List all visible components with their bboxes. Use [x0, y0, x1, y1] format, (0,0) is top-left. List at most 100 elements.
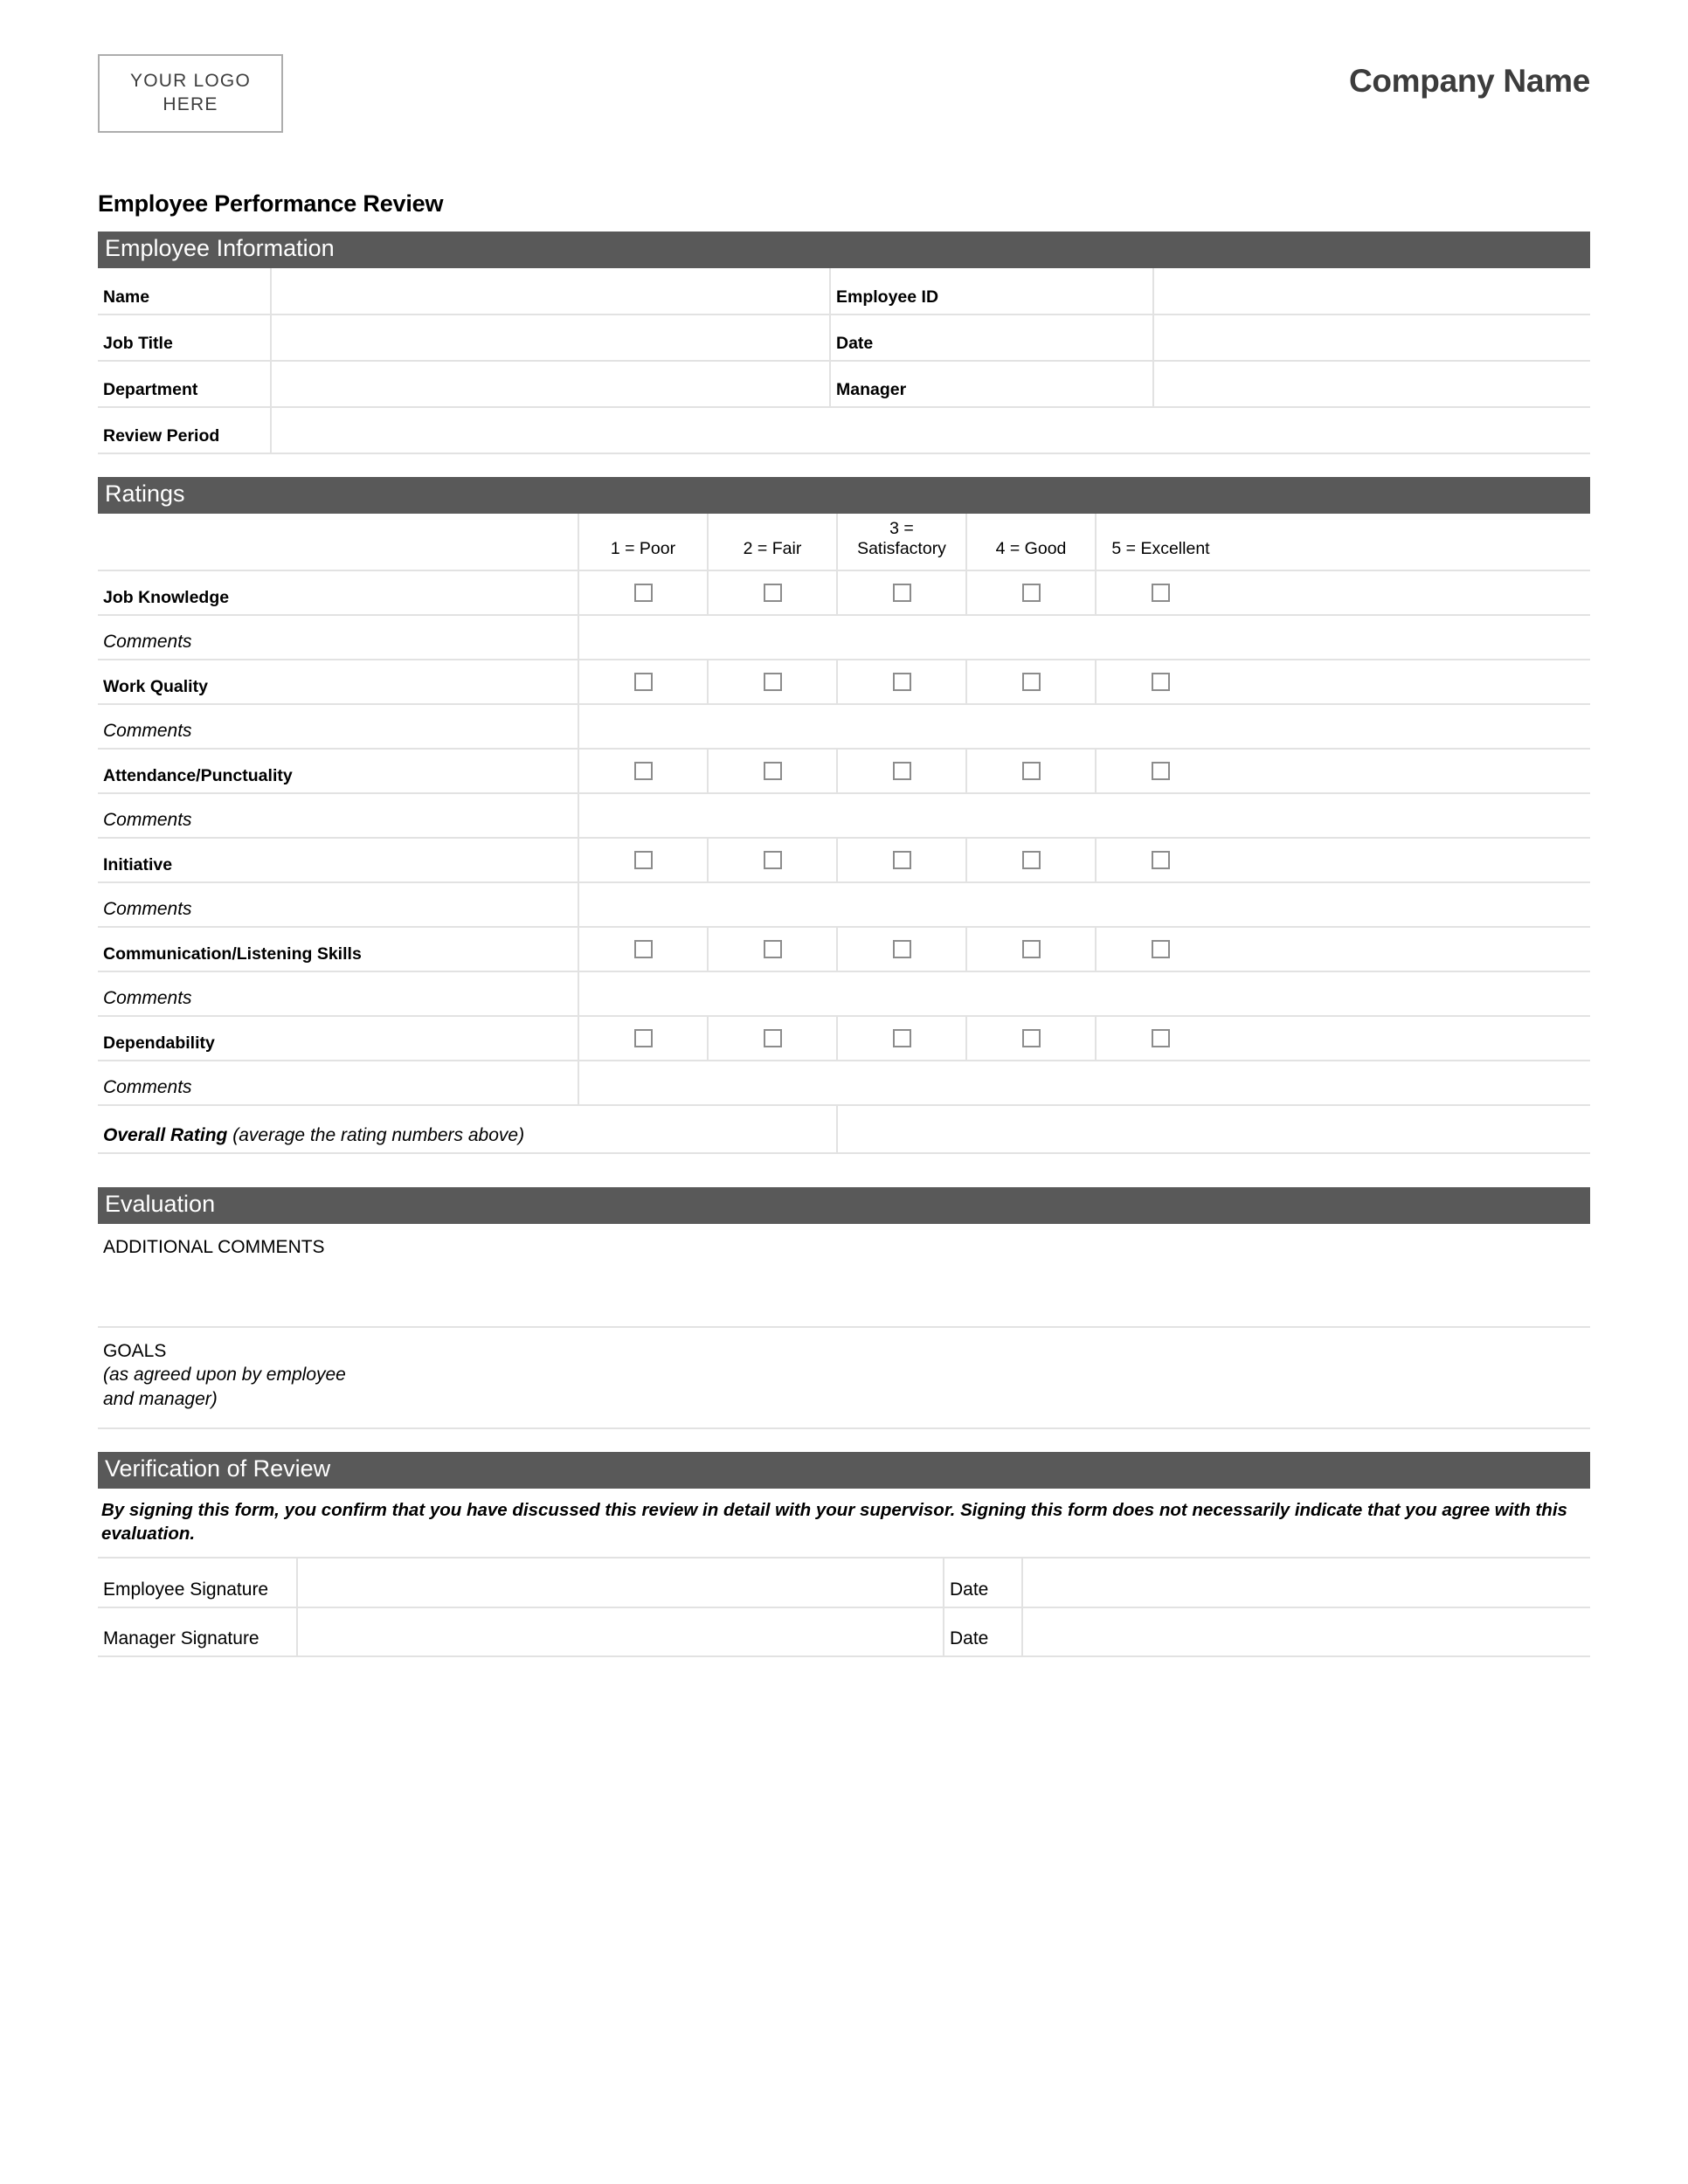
rating-checkbox-communication-4[interactable]	[966, 927, 1097, 972]
field-manager[interactable]	[1153, 361, 1590, 408]
checkbox-icon	[763, 1029, 782, 1048]
overall-rating-row: Overall Rating (average the rating numbe…	[98, 1105, 1590, 1154]
checkbox-icon	[633, 584, 653, 603]
checkbox-icon	[763, 851, 782, 870]
rating-checkbox-attendance-2[interactable]	[708, 749, 838, 794]
label-name: Name	[98, 268, 272, 315]
comments-row: Comments	[98, 1061, 1590, 1106]
comments-label: Comments	[98, 615, 579, 660]
section-header-evaluation: Evaluation	[98, 1187, 1590, 1224]
overall-rating-field[interactable]	[837, 1105, 1590, 1154]
field-date[interactable]	[1153, 314, 1590, 362]
rating-checkbox-work-quality-4[interactable]	[966, 660, 1097, 705]
table-row: Review Period	[98, 407, 1590, 454]
ratings-table: 1 = Poor 2 = Fair 3 = Satisfactory 4 = G…	[98, 514, 1590, 1154]
table-row: Name Employee ID	[98, 268, 1590, 315]
label-review-period: Review Period	[98, 407, 272, 454]
criterion-row: Dependability	[98, 1016, 1590, 1061]
rating-checkbox-communication-5[interactable]	[1096, 927, 1225, 972]
criterion-label-attendance-punctuality: Attendance/Punctuality	[98, 749, 579, 794]
checkbox-icon	[892, 584, 911, 603]
checkbox-icon	[633, 940, 653, 959]
comments-field-initiative[interactable]	[578, 882, 1590, 928]
logo-placeholder: YOUR LOGO HERE	[98, 54, 283, 133]
rating-checkbox-dependability-1[interactable]	[578, 1016, 709, 1061]
rating-checkbox-communication-2[interactable]	[708, 927, 838, 972]
table-row: Department Manager	[98, 361, 1590, 408]
logo-line-1: YOUR LOGO	[130, 71, 251, 92]
scale-label-5: 5 = Excellent	[1096, 514, 1225, 571]
checkbox-icon	[763, 940, 782, 959]
field-job-title[interactable]	[271, 314, 830, 362]
rating-checkbox-work-quality-1[interactable]	[578, 660, 709, 705]
rating-checkbox-dependability-4[interactable]	[966, 1016, 1097, 1061]
rating-checkbox-attendance-1[interactable]	[578, 749, 709, 794]
comments-row: Comments	[98, 971, 1590, 1017]
rating-checkbox-initiative-3[interactable]	[837, 838, 967, 883]
employee-information-table: Name Employee ID Job Title Date Departme…	[98, 268, 1590, 454]
rating-checkbox-initiative-4[interactable]	[966, 838, 1097, 883]
rating-checkbox-job-knowledge-5[interactable]	[1096, 570, 1225, 616]
label-job-title: Job Title	[98, 314, 272, 362]
comments-field-job-knowledge[interactable]	[578, 615, 1590, 660]
field-employee-id[interactable]	[1153, 268, 1590, 315]
comments-field-communication[interactable]	[578, 971, 1590, 1017]
field-manager-signature[interactable]	[297, 1607, 944, 1658]
rating-checkbox-attendance-4[interactable]	[966, 749, 1097, 794]
rating-checkbox-job-knowledge-3[interactable]	[837, 570, 967, 616]
field-name[interactable]	[271, 268, 830, 315]
rating-checkbox-work-quality-3[interactable]	[837, 660, 967, 705]
section-header-verification-of-review: Verification of Review	[98, 1452, 1590, 1489]
rating-checkbox-job-knowledge-4[interactable]	[966, 570, 1097, 616]
additional-comments-cell[interactable]: ADDITIONAL COMMENTS	[98, 1224, 1590, 1328]
rating-checkbox-job-knowledge-2[interactable]	[708, 570, 838, 616]
criterion-label-communication-listening-skills: Communication/Listening Skills	[98, 927, 579, 972]
overall-rating-label-note: (average the rating numbers above)	[227, 1125, 525, 1145]
rating-checkbox-initiative-2[interactable]	[708, 838, 838, 883]
table-row: Manager Signature Date	[98, 1607, 1590, 1658]
rating-checkbox-attendance-3[interactable]	[837, 749, 967, 794]
label-employee-id: Employee ID	[829, 268, 1033, 315]
page-header: YOUR LOGO HERE Company Name	[98, 0, 1590, 140]
rating-checkbox-attendance-5[interactable]	[1096, 749, 1225, 794]
label-department: Department	[98, 361, 272, 408]
field-employee-signature[interactable]	[297, 1559, 944, 1609]
comments-label: Comments	[98, 704, 579, 750]
rating-checkbox-job-knowledge-1[interactable]	[578, 570, 709, 616]
rating-checkbox-initiative-1[interactable]	[578, 838, 709, 883]
rating-checkbox-dependability-5[interactable]	[1096, 1016, 1225, 1061]
verification-note: By signing this form, you confirm that y…	[98, 1489, 1590, 1559]
comments-label: Comments	[98, 793, 579, 839]
rating-checkbox-communication-1[interactable]	[578, 927, 709, 972]
scale-label-3: 3 = Satisfactory	[837, 514, 967, 571]
scale-label-4: 4 = Good	[966, 514, 1097, 571]
checkbox-icon	[763, 584, 782, 603]
rating-checkbox-communication-3[interactable]	[837, 927, 967, 972]
comments-label: Comments	[98, 971, 579, 1017]
rating-checkbox-work-quality-2[interactable]	[708, 660, 838, 705]
criterion-row: Communication/Listening Skills	[98, 927, 1590, 972]
checkbox-icon	[1152, 762, 1170, 781]
criterion-label-initiative: Initiative	[98, 838, 579, 883]
section-header-employee-information: Employee Information	[98, 232, 1590, 268]
field-review-period[interactable]	[271, 407, 1590, 454]
comments-field-work-quality[interactable]	[578, 704, 1590, 750]
checkbox-icon	[892, 1029, 911, 1048]
comments-field-dependability[interactable]	[578, 1061, 1590, 1106]
field-manager-signature-date[interactable]	[1022, 1607, 1590, 1658]
field-department[interactable]	[271, 361, 830, 408]
rating-checkbox-initiative-5[interactable]	[1096, 838, 1225, 883]
comments-field-attendance[interactable]	[578, 793, 1590, 839]
checkbox-icon	[892, 673, 911, 692]
criterion-trailing	[1225, 660, 1590, 705]
rating-checkbox-dependability-2[interactable]	[708, 1016, 838, 1061]
criterion-trailing	[1225, 1016, 1590, 1061]
rating-checkbox-dependability-3[interactable]	[837, 1016, 967, 1061]
criterion-label-dependability: Dependability	[98, 1016, 579, 1061]
goals-cell[interactable]: GOALS (as agreed upon by employee and ma…	[98, 1327, 1590, 1429]
rating-checkbox-work-quality-5[interactable]	[1096, 660, 1225, 705]
overall-rating-label: Overall Rating (average the rating numbe…	[98, 1105, 838, 1154]
logo-line-2: HERE	[163, 94, 218, 114]
field-employee-signature-date[interactable]	[1022, 1559, 1590, 1609]
